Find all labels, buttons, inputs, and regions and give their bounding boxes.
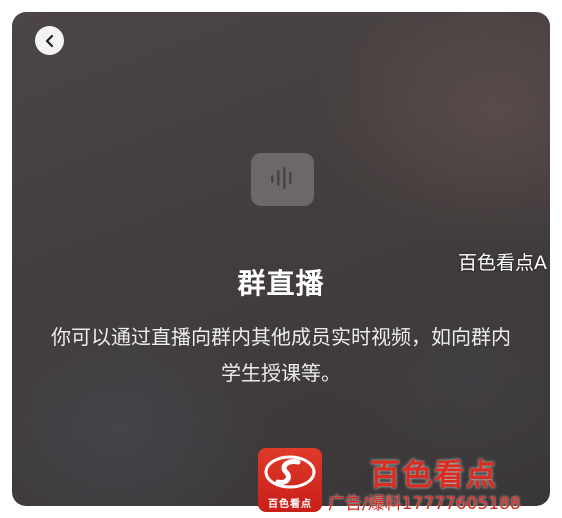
live-stream-intro-modal: 群直播 你可以通过直播向群内其他成员实时视频，如向群内学生授课等。 百色看点A <box>12 12 550 506</box>
watermark-logo: 百色看点 <box>258 448 322 512</box>
page: 群直播 你可以通过直播向群内其他成员实时视频，如向群内学生授课等。 百色看点A … <box>0 0 562 518</box>
modal-description: 你可以通过直播向群内其他成员实时视频，如向群内学生授课等。 <box>51 325 511 385</box>
chevron-left-icon <box>43 34 57 48</box>
live-icon-tile <box>251 153 314 206</box>
watermark-contact: 广告/爆料17777605188 <box>328 494 521 514</box>
back-button[interactable] <box>35 26 64 55</box>
watermark: 百色看点 百色看点 广告/爆料17777605188 <box>258 446 558 514</box>
watermark-title: 百色看点 <box>370 458 498 493</box>
side-overlay-label: 百色看点A <box>458 252 547 274</box>
watermark-logo-caption: 百色看点 <box>268 499 312 510</box>
swirl-logo-icon <box>264 455 316 489</box>
audio-waveform-icon <box>268 165 298 195</box>
